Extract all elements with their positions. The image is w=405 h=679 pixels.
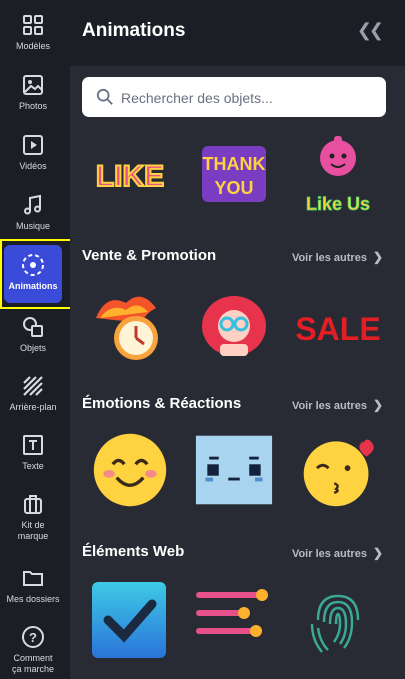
templates-icon	[23, 15, 43, 35]
section-title-sales: Vente & Promotion	[82, 247, 217, 264]
chevron-right-icon: ❯	[372, 398, 383, 412]
see-more-label: Voir les autres	[291, 252, 367, 264]
sidebar-item-label: Texte	[22, 461, 44, 471]
sidebar-item-label: Objets	[19, 343, 46, 353]
sticker-fingerprint[interactable]	[294, 580, 382, 660]
panel-title: Animations	[82, 20, 186, 41]
sticker-sale-text: SALE	[295, 311, 380, 347]
sticker-checkbox[interactable]	[86, 580, 174, 660]
sticker-girl-glasses[interactable]	[190, 288, 278, 368]
see-more-label: Voir les autres	[291, 548, 367, 560]
music-icon	[24, 194, 41, 215]
sticker-smile-face[interactable]	[86, 430, 174, 510]
sticker-you-text: YOU	[214, 178, 253, 198]
chevron-right-icon: ❯	[372, 250, 383, 264]
sticker-pixel-face[interactable]	[190, 430, 278, 510]
sidebar-item-label: Vidéos	[19, 161, 47, 171]
panel-header: Animations ❮❮	[70, 0, 405, 66]
sticker-thank-you[interactable]: THANK YOU	[190, 134, 278, 214]
text-icon	[23, 435, 43, 455]
see-more-label: Voir les autres	[291, 400, 367, 412]
sidebar-item-label: Mes dossiers	[6, 594, 60, 604]
sidebar-item-label: Comment ça marche	[11, 653, 55, 674]
sidebar-item-brand-kit[interactable]: Kit de marque	[0, 492, 66, 542]
sidebar-item-label: Photos	[18, 101, 48, 111]
sticker-like[interactable]: LIKE	[86, 134, 174, 214]
collapse-panel-icon[interactable]: ❮❮	[357, 20, 384, 41]
sidebar-item-objects[interactable]: Objets	[0, 315, 66, 354]
sidebar-item-videos[interactable]: Vidéos	[0, 133, 66, 172]
sidebar-item-templates[interactable]: Modèles	[0, 13, 66, 52]
chevron-right-icon: ❯	[372, 546, 383, 560]
active-item-highlight	[0, 239, 72, 309]
search-input[interactable]: Rechercher des objets...	[82, 77, 386, 117]
see-more-web[interactable]: Voir les autres ❯	[292, 546, 383, 560]
search-icon	[96, 88, 113, 105]
sidebar-item-photos[interactable]: Photos	[0, 73, 66, 112]
sticker-thank-text: THANK	[203, 154, 266, 174]
sidebar-item-background[interactable]: Arrière-plan	[0, 374, 66, 413]
briefcase-icon	[24, 495, 42, 514]
sticker-sliders[interactable]	[190, 580, 278, 660]
sidebar-item-music[interactable]: Musique	[0, 193, 66, 232]
animations-panel: Animations ❮❮ Rechercher des objets... L…	[70, 0, 405, 679]
search-placeholder: Rechercher des objets...	[121, 90, 273, 106]
sticker-sale[interactable]: SALE	[294, 288, 382, 368]
photo-icon	[23, 75, 43, 95]
sticker-kiss-face[interactable]	[294, 430, 382, 510]
sidebar: Modèles Photos Vidéos Musique Animations	[0, 0, 66, 679]
background-icon	[23, 376, 43, 396]
shapes-icon	[23, 317, 43, 337]
section-title-web: Éléments Web	[82, 543, 185, 560]
sidebar-item-my-folders[interactable]: Mes dossiers	[0, 566, 66, 605]
section-title-emotions: Émotions & Réactions	[82, 395, 242, 412]
see-more-emotions[interactable]: Voir les autres ❯	[292, 398, 383, 412]
folder-icon	[23, 571, 43, 586]
sidebar-item-label: Kit de marque	[17, 520, 49, 541]
sticker-like-us-text: Like Us	[306, 194, 370, 214]
help-icon: ?	[22, 626, 44, 648]
sticker-like-text: LIKE	[96, 160, 164, 193]
sidebar-item-text[interactable]: Texte	[0, 433, 66, 472]
sidebar-item-how-it-works[interactable]: ? Comment ça marche	[0, 625, 66, 675]
sticker-clock-fire[interactable]	[86, 288, 174, 368]
video-icon	[23, 135, 43, 155]
svg-text:?: ?	[29, 630, 37, 645]
sidebar-item-label: Arrière-plan	[9, 402, 57, 412]
sidebar-item-label: Modèles	[15, 41, 51, 51]
sticker-like-us[interactable]: Like Us	[294, 134, 382, 214]
sidebar-item-label: Musique	[15, 221, 51, 231]
see-more-sales[interactable]: Voir les autres ❯	[292, 250, 383, 264]
